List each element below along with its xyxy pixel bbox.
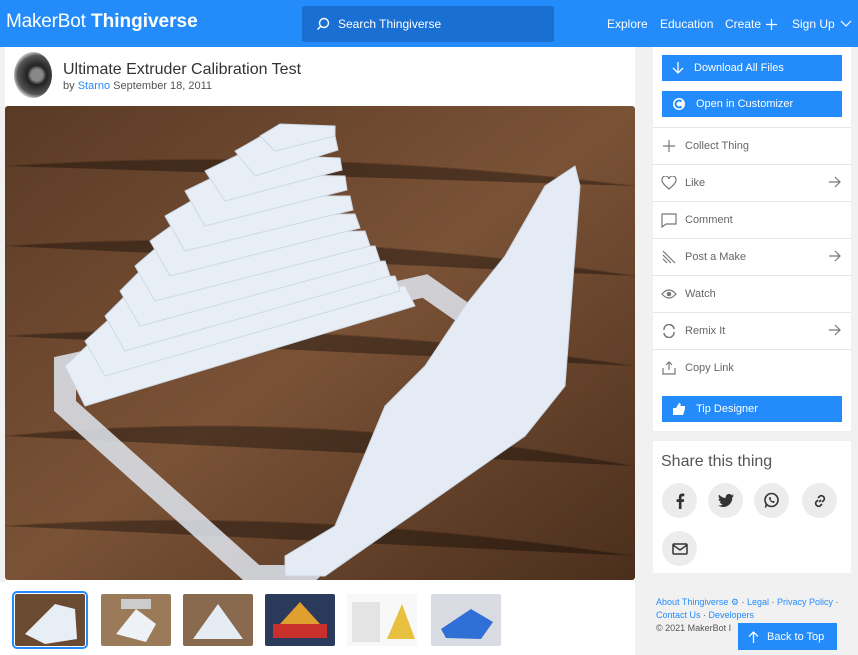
footer-contact-link[interactable]: Contact Us <box>656 610 701 620</box>
footer-privacy-link[interactable]: Privacy Policy <box>777 597 833 607</box>
download-all-button[interactable]: Download All Files <box>662 55 842 81</box>
plus-icon <box>661 138 677 154</box>
collect-thing-button[interactable]: Collect Thing <box>653 127 851 164</box>
logo-thingiverse: Thingiverse <box>91 11 198 32</box>
whatsapp-icon[interactable] <box>754 483 789 518</box>
arrow-right-icon <box>829 324 841 336</box>
arrow-right-icon <box>829 176 841 188</box>
thumbnail-6[interactable] <box>431 594 501 646</box>
thumbnail-5[interactable] <box>347 594 417 646</box>
thumbnail-3[interactable] <box>183 594 253 646</box>
mail-icon[interactable] <box>662 531 697 566</box>
open-customizer-button[interactable]: Open in Customizer <box>662 91 842 117</box>
avatar[interactable] <box>14 52 52 98</box>
facebook-icon[interactable] <box>662 483 697 518</box>
heart-icon <box>661 175 677 191</box>
page-title: Ultimate Extruder Calibration Test <box>63 61 302 78</box>
post-make-button[interactable]: Post a Make <box>653 238 851 275</box>
download-icon <box>672 61 684 74</box>
remix-icon <box>661 323 677 339</box>
share-upload-icon <box>661 360 677 376</box>
gear-icon: ⚙ <box>730 597 739 607</box>
nav-education[interactable]: Education <box>660 17 713 31</box>
publish-date: September 18, 2011 <box>113 80 213 92</box>
like-button[interactable]: Like <box>653 164 851 201</box>
chevron-down-icon <box>840 20 852 27</box>
thumbnail-1[interactable] <box>12 591 88 649</box>
search-input[interactable]: Search Thingiverse <box>302 6 554 42</box>
twitter-icon[interactable] <box>708 483 743 518</box>
watch-button[interactable]: Watch <box>653 275 851 312</box>
back-to-top-button[interactable]: Back to Top <box>738 623 837 650</box>
eye-icon <box>661 286 677 302</box>
thumbnail-4[interactable] <box>265 594 335 646</box>
arrow-up-icon <box>748 630 759 643</box>
nav-explore[interactable]: Explore <box>607 17 648 31</box>
thumbnail-strip <box>0 582 635 655</box>
customizer-icon <box>673 98 685 110</box>
comment-icon <box>661 212 677 228</box>
author-link[interactable]: Starno <box>78 80 110 92</box>
footer-developers-link[interactable]: Developers <box>709 610 755 620</box>
plus-icon <box>766 18 778 30</box>
thumbnail-2[interactable] <box>101 594 171 646</box>
search-icon <box>317 17 330 30</box>
link-icon[interactable] <box>802 483 837 518</box>
nav-signup[interactable]: Sign Up <box>792 17 852 31</box>
share-title: Share this thing <box>661 453 773 470</box>
logo-makerbot: MakerBot <box>6 11 86 32</box>
search-placeholder: Search Thingiverse <box>338 17 442 31</box>
thumbs-up-icon <box>673 403 685 415</box>
main-image[interactable] <box>5 106 635 580</box>
action-sidebar: Download All Files Open in Customizer Co… <box>653 47 851 431</box>
share-panel: Share this thing <box>653 441 851 573</box>
make-icon <box>661 249 677 265</box>
thing-panel: Ultimate Extruder Calibration Test by St… <box>5 47 635 582</box>
remix-button[interactable]: Remix It <box>653 312 851 349</box>
top-navbar: MakerBot Thingiverse Search Thingiverse … <box>0 0 858 47</box>
site-logo[interactable]: MakerBot Thingiverse <box>6 11 198 33</box>
footer-about-link[interactable]: About Thingiverse <box>656 597 728 607</box>
nav-create[interactable]: Create <box>725 17 778 31</box>
byline: by Starno September 18, 2011 <box>63 80 213 92</box>
tip-designer-button[interactable]: Tip Designer <box>662 396 842 422</box>
comment-button[interactable]: Comment <box>653 201 851 238</box>
footer-legal-link[interactable]: Legal <box>747 597 769 607</box>
copy-link-button[interactable]: Copy Link <box>653 349 851 386</box>
arrow-right-icon <box>829 250 841 262</box>
